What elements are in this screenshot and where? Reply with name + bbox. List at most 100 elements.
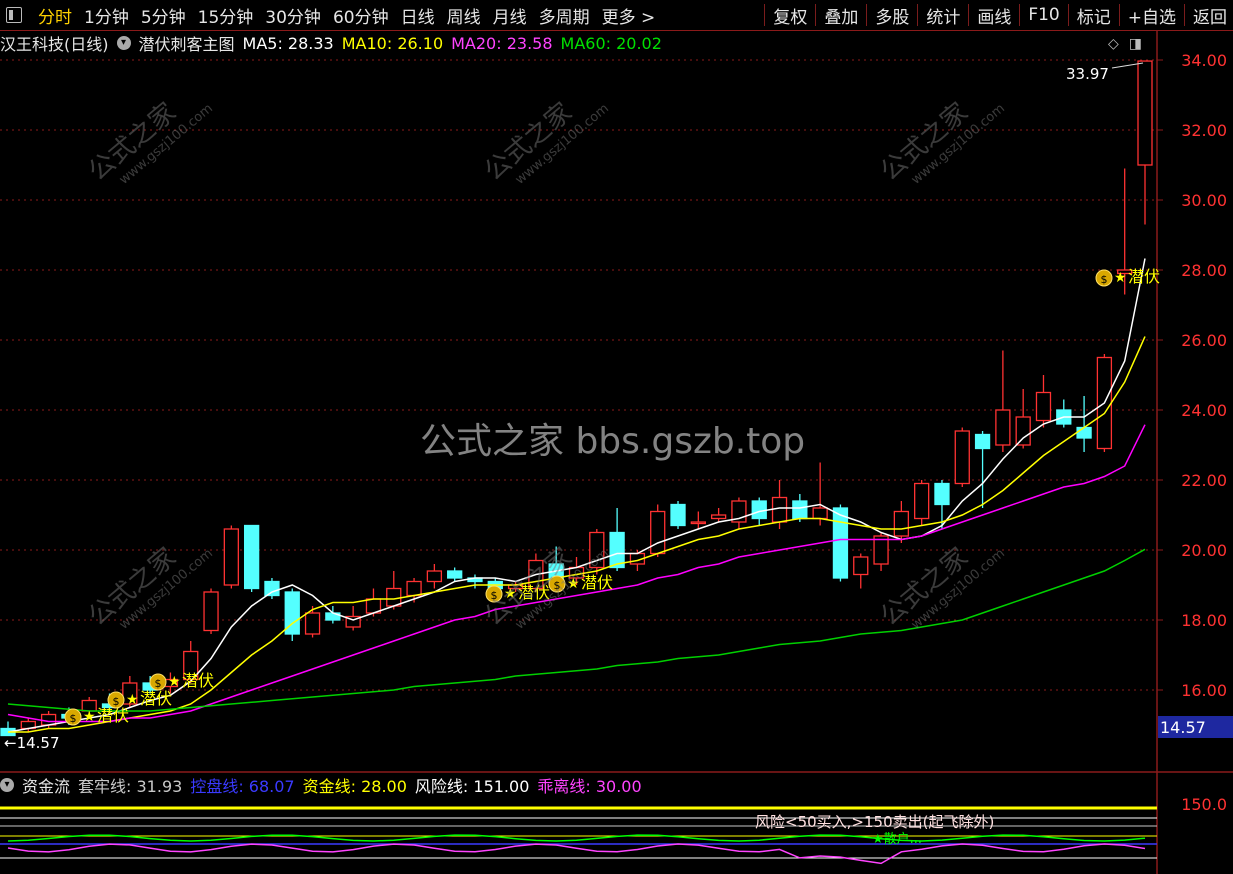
ma10-label: MA10: 26.10 (341, 33, 444, 53)
money-bag-symbol: $ (1101, 273, 1108, 286)
candle-body (670, 503, 686, 527)
sub-indicator-values: 套牢线: 31.93 控盘线: 68.07 资金线: 28.00 风险线: 151.0… (78, 773, 650, 797)
tab-6[interactable]: 日线 (395, 3, 441, 28)
candle-body (243, 524, 260, 590)
candle-body (650, 510, 666, 555)
sub-tick-label: 150.0 (1181, 795, 1227, 814)
candle-body (1015, 416, 1031, 446)
tool-button-2[interactable]: 多股 (869, 3, 915, 28)
tab-7[interactable]: 周线 (441, 3, 487, 28)
candle-body (792, 500, 808, 520)
sub-value-3: 风险线: 151.00 (414, 777, 530, 796)
candle-body (447, 570, 463, 579)
last-price-label: 14.57 (1160, 718, 1206, 737)
candle-body (974, 433, 991, 450)
template-name[interactable]: 潜伏刺客主图 (139, 31, 235, 55)
candle-body (934, 482, 950, 506)
candle-body (1076, 426, 1092, 439)
dropdown-circle-icon[interactable]: ▾ (116, 36, 131, 50)
candle-body (609, 531, 625, 569)
tool-button-6[interactable]: 标记 (1071, 3, 1117, 28)
signal-star: ★ (1114, 270, 1127, 286)
sub-value-2: 资金线: 28.00 (302, 777, 407, 796)
tab-9[interactable]: 多周期 (533, 3, 596, 28)
high-price-label: 33.97 (1066, 65, 1109, 83)
panel-toggle-icon[interactable] (6, 7, 22, 23)
candle-body (386, 587, 402, 607)
sub-retail-label: ★散户... (872, 831, 922, 847)
tab-0[interactable]: 分时 (32, 3, 78, 28)
signal-label: 潜伏 (182, 671, 214, 690)
candle-body (853, 556, 869, 576)
tool-button-8[interactable]: 返回 (1187, 3, 1233, 28)
y-tick-label: 32.00 (1181, 121, 1227, 140)
sub-legend: ▾ 资金流 套牢线: 31.93 控盘线: 68.07 资金线: 28.00 风险线:… (0, 774, 658, 796)
y-tick-label: 30.00 (1181, 191, 1227, 210)
money-bag-symbol: $ (155, 677, 162, 690)
diamond-icon[interactable]: ◇ (1108, 36, 1119, 52)
candle-body (995, 409, 1011, 446)
watermark: 公式之家 bbs.gszb.top (420, 421, 806, 462)
tab-1[interactable]: 1分钟 (78, 3, 135, 28)
tool-button-4[interactable]: 画线 (971, 3, 1017, 28)
toolbar-divider (1118, 4, 1120, 26)
y-tick-label: 22.00 (1181, 471, 1227, 490)
ma5-line (7, 258, 1146, 733)
period-toolbar: 分时 1分钟 5分钟 15分钟 30分钟 60分钟 日线 周线 月线 多周期 更多 > 复权 叠加 多股… (0, 0, 1233, 31)
main-legend: 汉王科技(日线) ▾ 潜伏刺客主图 MA5: 28.33 MA10: 26.10… (0, 31, 670, 55)
ma20-label: MA20: 23.58 (451, 33, 553, 53)
candle-body (832, 507, 849, 579)
tool-button-1[interactable]: 叠加 (818, 3, 864, 28)
candle-body (203, 591, 219, 632)
panel-icons: ◇ ◨ (1108, 36, 1142, 52)
y-tick-label: 26.00 (1181, 331, 1227, 350)
signal-label: 潜伏 (140, 689, 172, 708)
candle-body (771, 496, 788, 523)
stock-title: 汉王科技(日线) (0, 35, 109, 54)
tool-button-5[interactable]: F10 (1022, 5, 1065, 25)
sub-deviation-line (7, 843, 1146, 865)
tab-4[interactable]: 30分钟 (259, 3, 327, 28)
candle-body (264, 580, 280, 597)
tab-3[interactable]: 15分钟 (192, 3, 260, 28)
dropdown-circle-icon[interactable]: ▾ (0, 778, 14, 792)
candle-body (426, 570, 443, 583)
candle-body (690, 521, 706, 525)
signal-star: ★ (83, 709, 96, 725)
candle-body (812, 507, 828, 520)
candle-body (751, 500, 767, 520)
sub-value-0: 套牢线: 31.93 (78, 777, 183, 796)
ma60-label: MA60: 20.02 (560, 33, 662, 53)
tool-button-3[interactable]: 统计 (920, 3, 966, 28)
signal-star: ★ (126, 692, 139, 708)
sub-strategy-text: 风险<50买入,>150卖出(起飞除外) (755, 813, 994, 831)
money-bag-symbol: $ (113, 695, 120, 708)
candle-body (223, 528, 239, 586)
candle-body (710, 514, 727, 520)
tool-button-0[interactable]: 复权 (767, 3, 813, 28)
candle-body (893, 510, 910, 537)
toolbar-divider (764, 4, 766, 26)
signal-label: 潜伏 (97, 706, 129, 725)
tool-buttons: 复权 叠加 多股 统计 画线 F10 标记 +自选 返回 (762, 3, 1233, 28)
candle-body (1137, 60, 1153, 166)
tab-5[interactable]: 60分钟 (327, 3, 395, 28)
candle-body (954, 430, 970, 485)
y-tick-label: 24.00 (1181, 401, 1227, 420)
sub-value-4: 乖离线: 30.00 (537, 777, 642, 796)
tab-8[interactable]: 月线 (487, 3, 533, 28)
money-bag-symbol: $ (70, 712, 77, 725)
toolbar-divider (917, 4, 919, 26)
toolbar-divider (866, 4, 868, 26)
y-tick-label: 28.00 (1181, 261, 1227, 280)
toolbar-divider (1184, 4, 1185, 26)
window-icon[interactable]: ◨ (1129, 36, 1142, 52)
tool-button-7[interactable]: +自选 (1122, 3, 1182, 28)
tab-10[interactable]: 更多 > (596, 3, 662, 28)
toolbar-divider (968, 4, 970, 26)
sub-indicator-name[interactable]: 资金流 (22, 773, 70, 797)
y-tick-label: 20.00 (1181, 541, 1227, 560)
toolbar-divider (815, 4, 817, 26)
period-tabs: 分时 1分钟 5分钟 15分钟 30分钟 60分钟 日线 周线 月线 多周期 更多 > (32, 3, 661, 28)
tab-2[interactable]: 5分钟 (135, 3, 192, 28)
